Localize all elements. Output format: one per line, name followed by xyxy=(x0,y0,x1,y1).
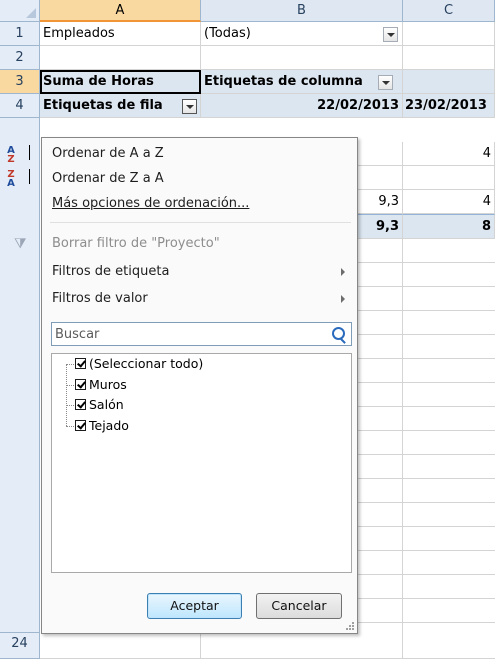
salon-label: Salón xyxy=(89,397,124,412)
row-header-24[interactable]: 24 xyxy=(0,633,40,659)
cell-a1[interactable]: Empleados xyxy=(40,22,201,46)
cell-c5[interactable]: 4 xyxy=(403,142,495,166)
select-all-corner[interactable] xyxy=(0,0,40,22)
page-filter-dropdown-button[interactable] xyxy=(383,27,398,42)
cell-c2[interactable] xyxy=(403,46,495,70)
ok-button[interactable]: Aceptar xyxy=(147,593,242,619)
checkbox-checked[interactable] xyxy=(75,358,86,369)
column-header-a[interactable]: A xyxy=(40,0,201,22)
label-filters-chevron-right-icon xyxy=(341,268,345,276)
more-sort-options-item[interactable]: Más opciones de ordenación... xyxy=(52,192,249,216)
select-all-label: (Seleccionar todo) xyxy=(89,356,204,371)
muros-label: Muros xyxy=(89,377,127,392)
tejado-checkbox-item[interactable]: Tejado xyxy=(75,416,129,436)
cell-a2[interactable] xyxy=(40,46,201,70)
search-icon xyxy=(332,327,345,340)
sort-az-icon: AZ xyxy=(7,145,15,165)
column-labels-dropdown-button[interactable] xyxy=(378,75,393,90)
sort-za-icon: ZA xyxy=(7,169,15,189)
row-header-1[interactable]: 1 xyxy=(0,22,40,46)
resize-grip-icon[interactable] xyxy=(346,622,354,630)
checkbox-checked[interactable] xyxy=(75,399,86,410)
cell-c4[interactable]: 23/02/2013 xyxy=(403,94,495,118)
more-sort-options-label: Más opciones de ordenación... xyxy=(52,196,250,211)
salon-checkbox-item[interactable]: Salón xyxy=(75,395,124,415)
row-labels-dropdown-button[interactable] xyxy=(182,99,197,114)
row-header-hidden-area xyxy=(0,118,40,633)
column-header-b[interactable]: B xyxy=(201,0,403,22)
cell-b6[interactable] xyxy=(358,166,403,190)
checkbox-checked[interactable] xyxy=(75,379,86,390)
label-filters-label: Filtros de etiqueta xyxy=(52,264,170,279)
cell-a3-active[interactable]: Suma de Horas xyxy=(40,70,201,94)
cell-b3[interactable]: Etiquetas de columna xyxy=(201,70,403,94)
select-all-checkbox-item[interactable]: (Seleccionar todo) xyxy=(75,354,203,374)
cell-c3[interactable] xyxy=(403,70,495,94)
cell-c7[interactable]: 4 xyxy=(403,190,495,214)
cell-c8-total[interactable]: 8 xyxy=(403,214,495,239)
filter-item-list: (Seleccionar todo) Muros Salón Tejado xyxy=(51,353,352,573)
sort-az-arrow xyxy=(29,145,30,160)
value-filters-item[interactable]: Filtros de valor xyxy=(52,287,342,311)
muros-checkbox-item[interactable]: Muros xyxy=(75,375,127,395)
cell-c6[interactable] xyxy=(403,166,495,190)
cell-b7[interactable]: 9,3 xyxy=(358,190,403,214)
cell-b5[interactable] xyxy=(358,142,403,166)
row-header-2[interactable]: 2 xyxy=(0,46,40,70)
search-input[interactable] xyxy=(54,325,326,343)
sort-za-label: Ordenar de Z a A xyxy=(52,171,164,186)
cell-b8-total[interactable]: 9,3 xyxy=(358,214,403,239)
clear-filter-item: Borrar filtro de "Proyecto" xyxy=(52,232,220,256)
cell-c1[interactable] xyxy=(403,22,495,46)
clear-filter-label: Borrar filtro de "Proyecto" xyxy=(52,236,220,251)
row-header-4[interactable]: 4 xyxy=(0,94,40,118)
sort-az-label: Ordenar de A a Z xyxy=(52,146,164,161)
search-box[interactable] xyxy=(51,322,352,346)
cancel-button[interactable]: Cancelar xyxy=(256,593,342,619)
value-filters-chevron-right-icon xyxy=(341,295,345,303)
label-filters-item[interactable]: Filtros de etiqueta xyxy=(52,260,342,284)
row-labels-filter-menu: Ordenar de A a Z Ordenar de Z a A Más op… xyxy=(41,137,358,634)
row-header-3[interactable]: 3 xyxy=(0,70,40,94)
checkbox-checked[interactable] xyxy=(75,420,86,431)
cell-a4[interactable]: Etiquetas de fila xyxy=(40,94,201,118)
sort-za-item[interactable]: Ordenar de Z a A xyxy=(52,167,164,191)
menu-separator xyxy=(50,222,351,223)
column-header-c[interactable]: C xyxy=(403,0,495,22)
cell-b4[interactable]: 22/02/2013 xyxy=(201,94,403,118)
clear-filter-icon: ⧩ xyxy=(14,236,27,252)
sort-za-arrow xyxy=(29,169,30,184)
value-filters-label: Filtros de valor xyxy=(52,291,148,306)
sort-az-item[interactable]: Ordenar de A a Z xyxy=(52,142,164,166)
cell-b2[interactable] xyxy=(201,46,403,70)
tejado-label: Tejado xyxy=(89,418,129,433)
cell-b1[interactable]: (Todas) xyxy=(201,22,403,46)
